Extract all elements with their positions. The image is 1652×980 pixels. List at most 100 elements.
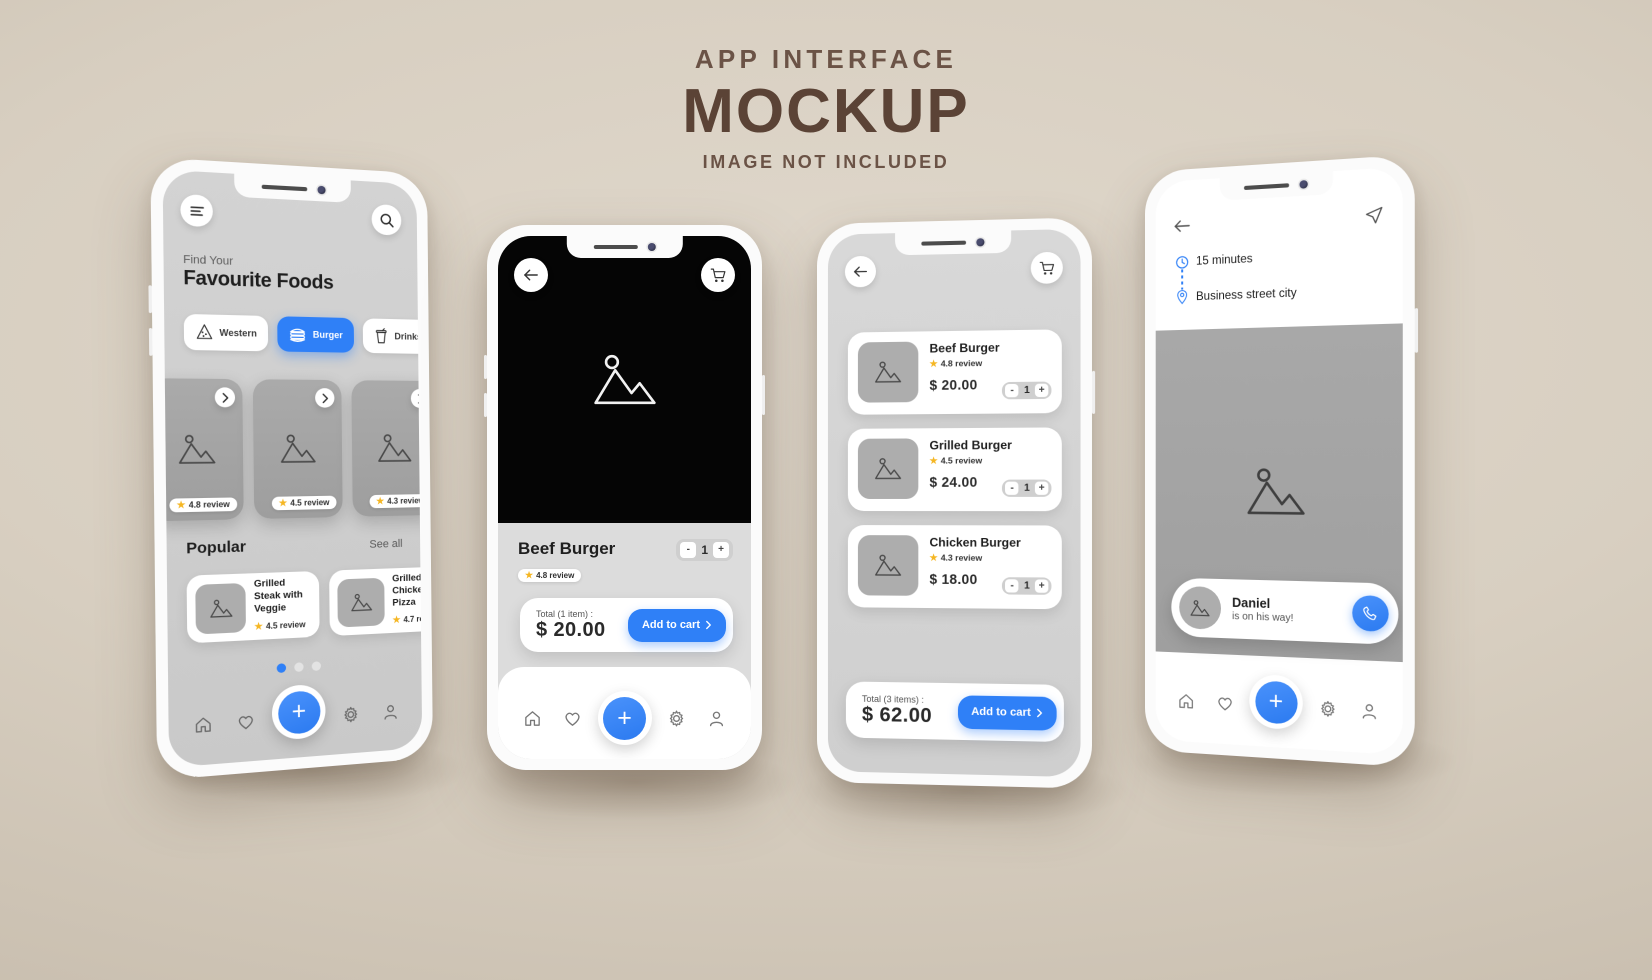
menu-button[interactable] bbox=[180, 193, 213, 228]
popular-card[interactable]: Grilled Chicken Pizza ★ 4.7 review bbox=[329, 566, 423, 637]
banner-card[interactable]: ★ 4.8 review bbox=[162, 378, 244, 522]
cart-button[interactable] bbox=[1030, 251, 1063, 284]
pagination-dot-active[interactable] bbox=[276, 663, 286, 674]
call-driver-button[interactable] bbox=[1352, 595, 1389, 632]
popular-card[interactable]: Grilled Steak with Veggie ★ 4.5 review bbox=[186, 570, 320, 644]
nav-favourites-button[interactable] bbox=[1216, 693, 1234, 717]
volume-down-button[interactable] bbox=[484, 393, 487, 417]
nav-favourites-button[interactable] bbox=[236, 711, 255, 736]
nav-home-button[interactable] bbox=[523, 709, 542, 733]
heading-line-2: MOCKUP bbox=[682, 77, 970, 146]
notch bbox=[895, 230, 1012, 256]
quantity-stepper[interactable]: - 1 + bbox=[1002, 381, 1052, 400]
cart-item-row[interactable]: Beef Burger ★ 4.8 review $ 20.00 - 1 + bbox=[847, 329, 1062, 415]
nav-profile-button[interactable] bbox=[707, 709, 726, 733]
phone-2-screen: Beef Burger ★ 4.8 review - 1 + Total (1 … bbox=[498, 236, 751, 759]
back-button[interactable] bbox=[1173, 218, 1191, 238]
phone4-topbar bbox=[1173, 206, 1383, 240]
category-chips: Western Burger Drinks bbox=[183, 313, 423, 355]
quantity-increase-button[interactable]: + bbox=[713, 542, 729, 558]
fab-label: + bbox=[1268, 687, 1284, 716]
card-next-button[interactable] bbox=[315, 388, 335, 408]
quantity-decrease-button[interactable]: - bbox=[680, 542, 697, 558]
category-chip-western[interactable]: Western bbox=[183, 313, 269, 352]
review-text: 4.8 review bbox=[940, 357, 983, 369]
add-fab-button[interactable]: + bbox=[603, 696, 646, 740]
add-fab-button[interactable]: + bbox=[1254, 679, 1298, 725]
nav-settings-button[interactable] bbox=[1318, 698, 1337, 723]
add-to-cart-button[interactable]: Add to cart bbox=[957, 694, 1057, 731]
back-button[interactable] bbox=[844, 255, 876, 288]
quantity-decrease-button[interactable]: - bbox=[1005, 579, 1019, 593]
nav-settings-button[interactable] bbox=[667, 709, 686, 733]
arrow-left-icon bbox=[523, 269, 538, 281]
popular-list: Grilled Steak with Veggie ★ 4.5 review G… bbox=[186, 566, 423, 644]
quantity-increase-button[interactable]: + bbox=[1034, 383, 1049, 398]
star-icon: ★ bbox=[392, 614, 401, 625]
volume-down-button[interactable] bbox=[148, 328, 153, 356]
volume-up-button[interactable] bbox=[148, 285, 153, 314]
cart-item-row[interactable]: Chicken Burger ★ 4.3 review $ 18.00 - 1 … bbox=[847, 525, 1062, 610]
add-fab-button[interactable]: + bbox=[277, 689, 321, 735]
see-all-link[interactable]: See all bbox=[369, 538, 402, 551]
arrow-left-icon bbox=[852, 265, 868, 278]
nav-home-button[interactable] bbox=[193, 714, 213, 740]
nav-favourites-button[interactable] bbox=[563, 709, 582, 733]
quantity-decrease-button[interactable]: - bbox=[1005, 383, 1019, 398]
quantity-stepper[interactable]: - 1 + bbox=[1002, 577, 1052, 595]
phone-3-screen: Beef Burger ★ 4.8 review $ 20.00 - 1 + G… bbox=[827, 228, 1081, 778]
back-button[interactable] bbox=[514, 258, 548, 292]
category-chip-burger[interactable]: Burger bbox=[277, 316, 354, 353]
category-chip-drinks[interactable]: Drinks bbox=[362, 318, 423, 355]
add-to-cart-button[interactable]: Add to cart bbox=[627, 608, 726, 642]
mockup-heading: APP INTERFACE MOCKUP IMAGE NOT INCLUDED bbox=[0, 44, 1652, 173]
heart-icon bbox=[565, 712, 580, 726]
power-button[interactable] bbox=[762, 375, 765, 415]
star-icon: ★ bbox=[929, 454, 938, 466]
gear-icon bbox=[1318, 698, 1337, 718]
category-label: Western bbox=[219, 327, 257, 339]
quantity-decrease-button[interactable]: - bbox=[1005, 481, 1019, 495]
driver-card[interactable]: Daniel is on his way! bbox=[1171, 577, 1399, 645]
star-icon: ★ bbox=[254, 620, 263, 632]
quantity-stepper[interactable]: - 1 + bbox=[1002, 479, 1052, 497]
review-text: 4.7 review bbox=[403, 613, 423, 625]
phone1-header bbox=[180, 193, 402, 236]
speaker-grill bbox=[921, 240, 967, 246]
arrow-left-icon bbox=[1173, 218, 1191, 233]
drink-cup-icon bbox=[374, 328, 389, 345]
quantity-stepper[interactable]: - 1 + bbox=[676, 539, 733, 561]
quantity-value: 1 bbox=[701, 543, 708, 557]
power-button[interactable] bbox=[1091, 370, 1096, 414]
cart-button[interactable] bbox=[701, 258, 735, 292]
navigate-button[interactable] bbox=[1365, 206, 1383, 230]
pagination-dot[interactable] bbox=[293, 662, 304, 673]
front-camera bbox=[647, 243, 656, 251]
checkout-bar: Total (1 item) : $ 20.00 Add to cart bbox=[520, 598, 733, 652]
item-name: Grilled Burger bbox=[929, 437, 1012, 453]
quantity-increase-button[interactable]: + bbox=[1034, 579, 1049, 593]
power-button[interactable] bbox=[1414, 308, 1419, 353]
image-placeholder-icon bbox=[873, 359, 903, 386]
banner-card[interactable]: ★ 4.3 review bbox=[351, 380, 423, 517]
review-badge: ★ 4.5 review bbox=[929, 454, 1011, 466]
carousel-pagination[interactable] bbox=[168, 656, 421, 680]
category-label: Burger bbox=[312, 329, 343, 341]
card-next-button[interactable] bbox=[214, 387, 236, 408]
search-button[interactable] bbox=[371, 203, 402, 236]
review-text: 4.8 review bbox=[188, 499, 230, 510]
nav-profile-button[interactable] bbox=[1359, 701, 1378, 726]
nav-profile-button[interactable] bbox=[382, 702, 400, 726]
front-camera bbox=[976, 238, 985, 247]
banner-card[interactable]: ★ 4.5 review bbox=[252, 379, 343, 520]
image-placeholder-icon bbox=[1189, 598, 1211, 618]
nav-settings-button[interactable] bbox=[342, 704, 360, 729]
banner-card-carousel[interactable]: ★ 4.8 review ★ 4.5 review ★ 4.3 review bbox=[162, 378, 423, 522]
quantity-increase-button[interactable]: + bbox=[1034, 481, 1049, 495]
pagination-dot[interactable] bbox=[311, 661, 321, 672]
popular-name: Grilled Steak with Veggie bbox=[253, 577, 303, 615]
volume-up-button[interactable] bbox=[484, 355, 487, 379]
nav-home-button[interactable] bbox=[1178, 691, 1196, 715]
chevron-right-icon bbox=[221, 392, 230, 403]
cart-item-row[interactable]: Grilled Burger ★ 4.5 review $ 24.00 - 1 … bbox=[847, 427, 1062, 512]
